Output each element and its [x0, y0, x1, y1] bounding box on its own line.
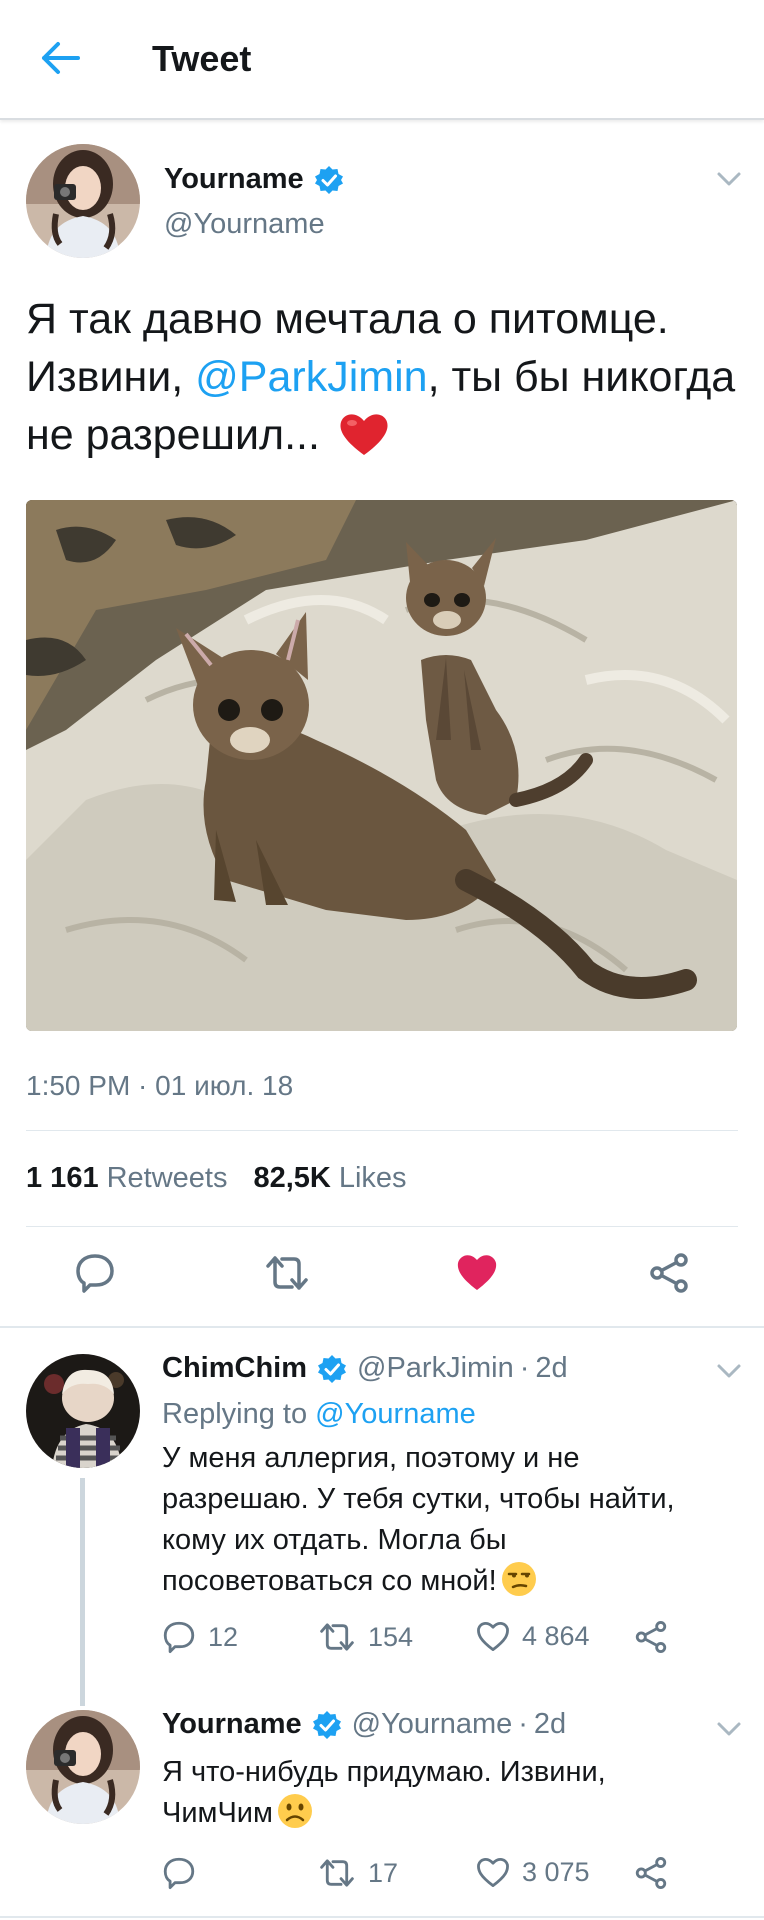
slightly-frowning-face-emoji-icon — [277, 1793, 313, 1829]
reply-count: 12 — [208, 1621, 239, 1652]
page-title: Tweet — [152, 38, 252, 79]
replying-to-label: Replying to — [162, 1398, 316, 1430]
replying-to-handle[interactable]: @Yourname — [315, 1398, 476, 1430]
tweet-text: Я так давно мечтала о питомце. Извини, @… — [26, 290, 736, 464]
avatar[interactable] — [26, 144, 140, 258]
reply-text-content: У меня аллергия, поэтому и не разрешаю. … — [162, 1442, 675, 1597]
reply-author-handle[interactable]: @Yourname — [352, 1708, 513, 1741]
share-icon[interactable] — [634, 1620, 668, 1654]
section-separator — [0, 1326, 764, 1328]
tweet-time: 1:50 PM — [26, 1070, 131, 1101]
date-separator: · — [130, 1070, 156, 1101]
reply-dot: · — [519, 1352, 530, 1384]
red-heart-emoji-icon — [338, 411, 390, 457]
verified-badge-icon — [314, 165, 344, 195]
section-separator — [0, 1916, 764, 1918]
chevron-down-icon[interactable] — [716, 1362, 742, 1380]
retweet-count: 154 — [368, 1621, 414, 1652]
top-app-bar: Tweet — [0, 0, 764, 120]
retweets-count: 1 161 — [26, 1162, 99, 1194]
reply-dot: · — [518, 1708, 528, 1740]
reply-icon[interactable] — [74, 1252, 116, 1299]
reply-header: ChimChim @ParkJimin · 2d — [162, 1352, 568, 1385]
retweets-stat[interactable]: 1 161 Retweets — [26, 1162, 227, 1195]
back-arrow-icon[interactable] — [38, 40, 82, 76]
reply-text: Я что-нибудь придумаю. Извини, ЧимЧим — [162, 1752, 722, 1834]
likes-count: 82,5K — [253, 1162, 331, 1194]
retweet-icon[interactable]: 17 — [318, 1856, 398, 1890]
reply-author-name[interactable]: Yourname — [162, 1708, 302, 1741]
like-count: 3 075 — [522, 1856, 590, 1887]
engagement-stats: 1 161 Retweets 82,5K Likes — [26, 1162, 407, 1195]
divider — [26, 1226, 738, 1227]
retweet-count: 17 — [368, 1857, 399, 1888]
likes-stat[interactable]: 82,5K Likes — [253, 1162, 406, 1195]
divider — [26, 1130, 738, 1131]
like-count: 4 864 — [522, 1620, 590, 1651]
like-icon[interactable] — [456, 1252, 498, 1297]
reply-time: 2d — [535, 1352, 568, 1384]
tweet-photo[interactable] — [26, 500, 737, 1031]
reply-icon[interactable]: 12 — [162, 1620, 238, 1654]
author-name: Yourname — [164, 163, 304, 195]
reply-author-handle[interactable]: @ParkJimin — [357, 1352, 514, 1385]
like-outline-icon[interactable]: 4 864 — [476, 1620, 590, 1652]
likes-label: Likes — [338, 1162, 407, 1194]
reply-text-content: Я что-нибудь придумаю. Извини, ЧимЧим — [162, 1756, 606, 1829]
tweet-action-bar — [0, 1252, 764, 1302]
share-icon[interactable] — [648, 1252, 690, 1299]
chevron-down-icon[interactable] — [716, 1720, 742, 1738]
author-handle[interactable]: @Yourname — [164, 208, 325, 241]
like-outline-icon[interactable]: 3 075 — [476, 1856, 590, 1888]
reply-author-name[interactable]: ChimChim — [162, 1352, 307, 1385]
reply-action-bar: 12 154 4 864 — [162, 1620, 722, 1660]
replying-to: Replying to @Yourname — [162, 1398, 476, 1431]
reply-header: Yourname @Yourname · 2d — [162, 1708, 566, 1741]
avatar[interactable] — [26, 1354, 140, 1468]
tweet-timestamp: 1:50 PM · 01 июл. 18 — [26, 1070, 293, 1102]
tweet-date: 01 июл. 18 — [155, 1070, 294, 1101]
thread-line — [80, 1478, 85, 1706]
mention-link[interactable]: @ParkJimin — [195, 353, 427, 401]
reply-text: У меня аллергия, поэтому и не разрешаю. … — [162, 1438, 722, 1602]
verified-badge-icon — [317, 1354, 347, 1384]
retweets-label: Retweets — [106, 1162, 228, 1194]
share-icon[interactable] — [634, 1856, 668, 1890]
chevron-down-icon[interactable] — [716, 170, 742, 188]
avatar[interactable] — [26, 1710, 140, 1824]
reply-time: 2d — [533, 1708, 567, 1740]
retweet-icon[interactable] — [264, 1252, 310, 1299]
retweet-icon[interactable]: 154 — [318, 1620, 413, 1654]
author-name-row[interactable]: Yourname — [164, 163, 344, 196]
unamused-face-emoji-icon — [501, 1561, 537, 1597]
reply-icon[interactable] — [162, 1856, 208, 1890]
reply-action-bar: 17 3 075 — [162, 1856, 722, 1896]
verified-badge-icon — [312, 1710, 342, 1740]
